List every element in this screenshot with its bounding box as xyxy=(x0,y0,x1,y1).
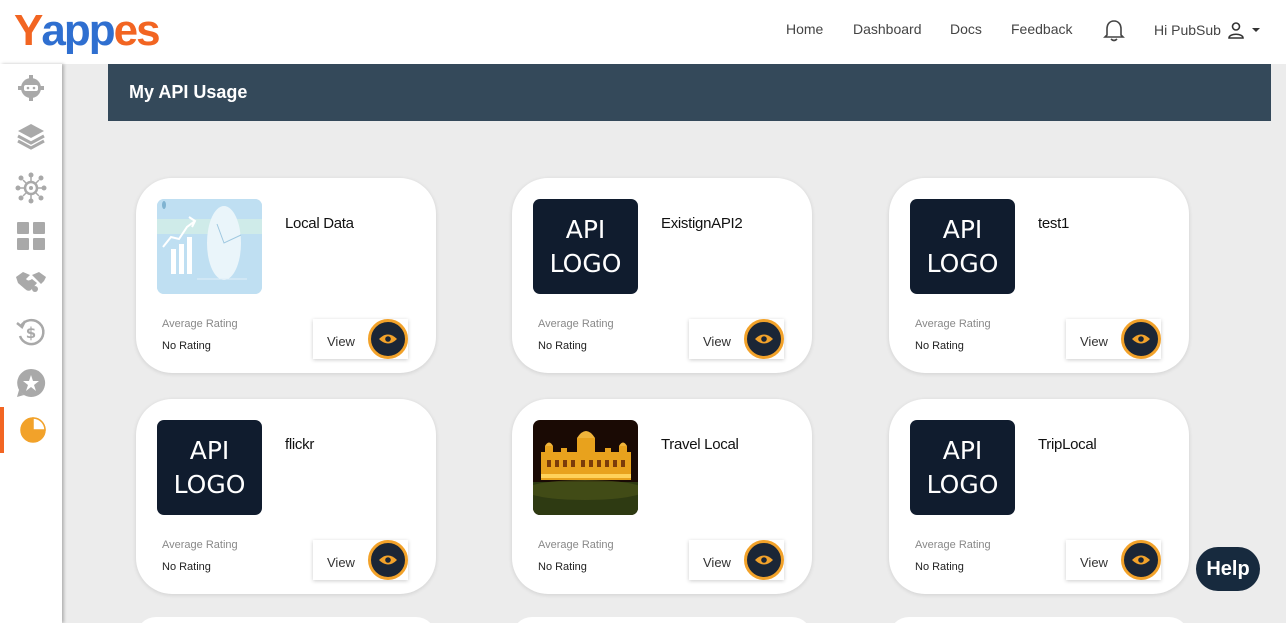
api-name: Local Data xyxy=(285,215,354,232)
rating-value: No Rating xyxy=(538,561,587,573)
view-button[interactable]: View xyxy=(313,540,408,580)
eye-icon[interactable] xyxy=(1121,540,1161,580)
rating-value: No Rating xyxy=(162,340,211,352)
nav-home-link[interactable]: Home xyxy=(786,21,823,37)
api-name: ExistignAPI2 xyxy=(661,215,743,232)
api-name: test1 xyxy=(1038,215,1070,232)
api-logo-image: API LOGO xyxy=(157,420,262,515)
notification-bell-icon[interactable] xyxy=(1103,19,1125,43)
pie-chart-icon xyxy=(20,417,46,443)
sidebar-item-ratings[interactable] xyxy=(0,360,62,406)
rating-value: No Rating xyxy=(162,561,211,573)
api-card-partial xyxy=(136,617,436,623)
settings-icon xyxy=(18,75,44,101)
rating-label: Average Rating xyxy=(162,539,238,551)
rating-label: Average Rating xyxy=(538,539,614,551)
api-card: API LOGO ExistignAPI2 Average Rating No R… xyxy=(512,178,812,373)
star-icon xyxy=(17,368,46,397)
view-button[interactable]: View xyxy=(1066,540,1161,580)
caret-down-icon xyxy=(1251,28,1260,32)
view-label: View xyxy=(1080,555,1108,570)
api-image-chart xyxy=(157,199,262,294)
rating-label: Average Rating xyxy=(915,318,991,330)
sidebar-item-settings[interactable] xyxy=(0,65,62,111)
api-card: API LOGO TripLocal Average Rating No Rati… xyxy=(889,399,1189,594)
billing-icon: $ xyxy=(16,318,45,346)
rating-value: No Rating xyxy=(538,340,587,352)
api-logo-image: API LOGO xyxy=(533,199,638,294)
api-card-partial xyxy=(512,617,812,623)
top-bar: Ya pp es Home Dashboard Docs Feedback Hi P… xyxy=(0,0,1286,64)
rating-label: Average Rating xyxy=(538,318,614,330)
help-button[interactable]: Help xyxy=(1196,547,1260,591)
nav-dashboard-link[interactable]: Dashboard xyxy=(853,21,922,37)
sidebar-item-billing[interactable]: $ xyxy=(0,309,62,355)
yappes-logo[interactable]: Ya pp es xyxy=(14,6,161,56)
view-label: View xyxy=(1080,334,1108,349)
api-name: flickr xyxy=(285,436,315,453)
rating-label: Average Rating xyxy=(915,539,991,551)
page-title: My API Usage xyxy=(129,82,248,102)
sidebar-item-api-usage[interactable] xyxy=(0,407,62,453)
eye-icon[interactable] xyxy=(1121,319,1161,359)
sidebar: $ xyxy=(0,64,62,623)
view-label: View xyxy=(703,555,731,570)
sidebar-item-layers[interactable] xyxy=(0,113,62,159)
user-icon xyxy=(1228,22,1244,39)
view-label: View xyxy=(327,334,355,349)
api-name: Travel Local xyxy=(661,436,739,453)
user-greeting: Hi PubSub xyxy=(1154,22,1221,38)
view-button[interactable]: View xyxy=(689,540,784,580)
api-logo-image: API LOGO xyxy=(910,420,1015,515)
view-button[interactable]: View xyxy=(689,319,784,359)
handshake-icon xyxy=(16,272,46,292)
nav-docs-link[interactable]: Docs xyxy=(950,21,982,37)
page-header-banner: My API Usage xyxy=(108,64,1271,121)
api-card: Local Data Average Rating No Rating View xyxy=(136,178,436,373)
api-card: API LOGO flickr Average Rating No Rating … xyxy=(136,399,436,594)
api-logo-image: API LOGO xyxy=(910,199,1015,294)
user-menu[interactable]: Hi PubSub xyxy=(1154,21,1261,39)
api-card: API LOGO test1 Average Rating No Rating V… xyxy=(889,178,1189,373)
rating-value: No Rating xyxy=(915,340,964,352)
network-icon xyxy=(15,172,47,204)
api-image-palace xyxy=(533,420,638,515)
eye-icon[interactable] xyxy=(368,540,408,580)
view-button[interactable]: View xyxy=(1066,319,1161,359)
api-card: Travel Local Average Rating No Rating Vi… xyxy=(512,399,812,594)
nav-feedback-link[interactable]: Feedback xyxy=(1011,21,1072,37)
eye-icon[interactable] xyxy=(368,319,408,359)
sidebar-item-network[interactable] xyxy=(0,165,62,211)
rating-value: No Rating xyxy=(915,561,964,573)
grid-icon xyxy=(17,222,45,250)
layers-icon xyxy=(17,124,45,150)
api-name: TripLocal xyxy=(1038,436,1097,453)
view-label: View xyxy=(327,555,355,570)
api-card-partial xyxy=(889,617,1189,623)
view-label: View xyxy=(703,334,731,349)
eye-icon[interactable] xyxy=(744,319,784,359)
svg-text:$: $ xyxy=(26,324,36,342)
view-button[interactable]: View xyxy=(313,319,408,359)
sidebar-item-partners[interactable] xyxy=(0,259,62,305)
sidebar-item-grid[interactable] xyxy=(0,213,62,259)
eye-icon[interactable] xyxy=(744,540,784,580)
rating-label: Average Rating xyxy=(162,318,238,330)
